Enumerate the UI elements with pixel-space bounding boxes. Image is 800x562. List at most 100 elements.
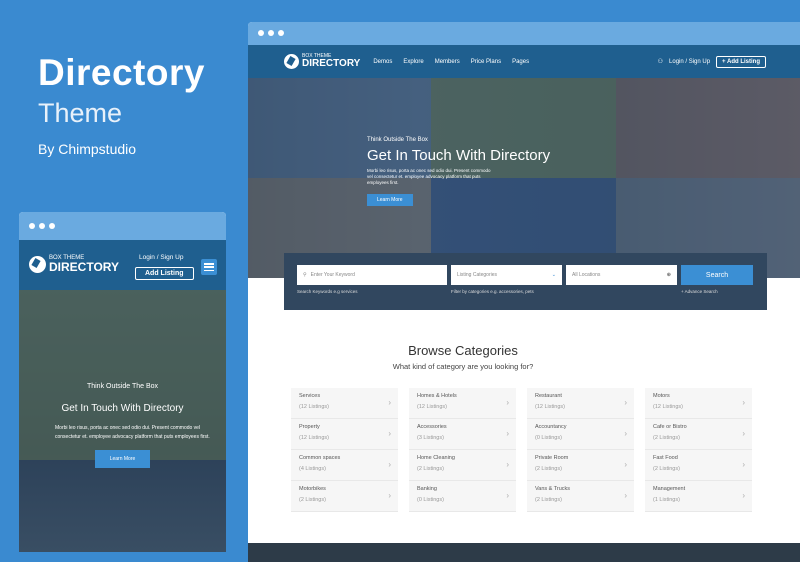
keyword-hint: Search Keywords e.g services xyxy=(297,289,358,294)
category-count: (3 Listings) xyxy=(417,435,444,441)
category-count: (1 Listings) xyxy=(653,497,680,503)
login-link[interactable]: Login / Sign Up xyxy=(669,59,710,65)
category-item[interactable]: Motors (12 Listings) › xyxy=(645,388,752,419)
nav-pages[interactable]: Pages xyxy=(512,59,529,65)
learn-more-button[interactable]: Learn More xyxy=(367,194,413,206)
nav-explore[interactable]: Explore xyxy=(403,59,423,65)
category-item[interactable]: Accountancy (0 Listings) › xyxy=(527,419,634,450)
hero-photo xyxy=(616,78,800,178)
category-name: Motors xyxy=(653,393,670,399)
chevron-right-icon: › xyxy=(388,460,391,469)
browse-subtitle: What kind of category are you looking fo… xyxy=(392,362,534,371)
category-count: (2 Listings) xyxy=(299,497,326,503)
category-name: Accountancy xyxy=(535,424,567,430)
category-value: Listing Categories xyxy=(457,272,498,278)
category-item[interactable]: Vans & Trucks (2 Listings) › xyxy=(527,481,634,512)
category-item[interactable]: Accessories (3 Listings) › xyxy=(409,419,516,450)
category-name: Banking xyxy=(417,486,437,492)
chevron-right-icon: › xyxy=(624,429,627,438)
chevron-right-icon: › xyxy=(506,491,509,500)
nav-price-plans[interactable]: Price Plans xyxy=(471,59,501,65)
mobile-window: BOX THEME DIRECTORY Login / Sign Up Add L… xyxy=(19,212,226,552)
category-select[interactable]: Listing Categories ⌄ xyxy=(451,265,562,285)
site-nav: BOX THEME DIRECTORY Demos Explore Members… xyxy=(248,45,800,78)
category-name: Accessories xyxy=(417,424,447,430)
site-logo[interactable]: BOX THEME DIRECTORY xyxy=(284,54,360,69)
category-count: (12 Listings) xyxy=(535,404,565,410)
learn-more-button[interactable]: Learn More xyxy=(94,450,151,468)
hero-title: Get In Touch With Directory xyxy=(61,403,184,414)
promo-subtitle: Theme xyxy=(38,98,123,128)
hero-text: Morbi leo risus, porta ac onec sed odio … xyxy=(55,425,210,440)
chevron-right-icon: › xyxy=(624,460,627,469)
login-link[interactable]: Login / Sign Up xyxy=(139,254,183,261)
promo-brand: Directory Theme By Chimpstudio xyxy=(38,52,205,157)
hamburger-menu-icon[interactable] xyxy=(201,259,217,275)
category-hint: Filter by categories e.g. accessories, p… xyxy=(451,289,534,294)
category-count: (2 Listings) xyxy=(535,466,562,472)
logo-icon xyxy=(284,54,299,69)
category-item[interactable]: Restaurant (12 Listings) › xyxy=(527,388,634,419)
mobile-nav: BOX THEME DIRECTORY Login / Sign Up Add L… xyxy=(19,240,226,290)
nav-members[interactable]: Members xyxy=(435,59,460,65)
logo-icon xyxy=(29,255,46,273)
category-name: Fast Food xyxy=(653,455,678,461)
window-dot-icon xyxy=(49,223,55,229)
category-name: Home Cleaning xyxy=(417,455,455,461)
chevron-right-icon: › xyxy=(506,429,509,438)
category-item[interactable]: Services (12 Listings) › xyxy=(291,388,398,419)
category-item[interactable]: Private Room (2 Listings) › xyxy=(527,450,634,481)
search-button[interactable]: Search xyxy=(681,265,753,285)
category-count: (12 Listings) xyxy=(299,404,329,410)
hero-text: Morbi leo risus, porta ac onec sed odio … xyxy=(367,168,491,185)
add-listing-button[interactable]: + Add Listing xyxy=(716,55,766,68)
nav-demos[interactable]: Demos xyxy=(373,59,392,65)
search-icon: ⚲ xyxy=(303,272,307,278)
category-name: Private Room xyxy=(535,455,569,461)
category-item[interactable]: Common spaces (4 Listings) › xyxy=(291,450,398,481)
category-item[interactable]: Motorbikes (2 Listings) › xyxy=(291,481,398,512)
location-select[interactable]: All Locations ⊕ xyxy=(566,265,677,285)
add-listing-button[interactable]: Add Listing xyxy=(135,267,194,280)
footer xyxy=(248,543,800,562)
window-dot-icon xyxy=(258,30,264,36)
advance-search-link[interactable]: + Advance Search xyxy=(681,289,718,294)
category-item[interactable]: Management (1 Listings) › xyxy=(645,481,752,512)
category-count: (2 Listings) xyxy=(417,466,444,472)
chevron-right-icon: › xyxy=(506,460,509,469)
category-grid: Services (12 Listings) › Property (12 Listin… xyxy=(291,388,752,512)
logo-big: DIRECTORY xyxy=(302,58,361,69)
category-item[interactable]: Fast Food (2 Listings) › xyxy=(645,450,752,481)
chevron-right-icon: › xyxy=(742,398,745,407)
chevron-right-icon: › xyxy=(742,460,745,469)
category-count: (2 Listings) xyxy=(535,497,562,503)
window-titlebar xyxy=(248,22,800,45)
category-name: Management xyxy=(653,486,686,492)
keyword-placeholder: Enter Your Keyword xyxy=(310,272,355,278)
window-dot-icon xyxy=(268,30,274,36)
category-name: Motorbikes xyxy=(299,486,326,492)
category-name: Common spaces xyxy=(299,455,341,461)
category-item[interactable]: Cafe or Bistro (2 Listings) › xyxy=(645,419,752,450)
category-count: (4 Listings) xyxy=(299,466,326,472)
category-item[interactable]: Home Cleaning (2 Listings) › xyxy=(409,450,516,481)
chevron-right-icon: › xyxy=(742,429,745,438)
chevron-right-icon: › xyxy=(742,491,745,500)
category-count: (12 Listings) xyxy=(417,404,447,410)
category-item[interactable]: Homes & Hotels (12 Listings) › xyxy=(409,388,516,419)
chevron-right-icon: › xyxy=(388,398,391,407)
category-item[interactable]: Banking (0 Listings) › xyxy=(409,481,516,512)
chevron-right-icon: › xyxy=(388,491,391,500)
category-name: Cafe or Bistro xyxy=(653,424,687,430)
hero-kicker: Think Outside The Box xyxy=(86,383,159,390)
category-column: Restaurant (12 Listings) › Accountancy (0 Li… xyxy=(527,388,634,512)
category-column: Homes & Hotels (12 Listings) › Accessories (… xyxy=(409,388,516,512)
category-name: Services xyxy=(299,393,321,399)
promo-author: By Chimpstudio xyxy=(38,141,137,157)
desktop-window: BOX THEME DIRECTORY Demos Explore Members… xyxy=(248,22,800,562)
category-count: (0 Listings) xyxy=(535,435,562,441)
hero-banner: Think Outside The Box Get In Touch With … xyxy=(19,290,226,552)
category-item[interactable]: Property (12 Listings) › xyxy=(291,419,398,450)
category-name: Property xyxy=(299,424,320,430)
keyword-input[interactable]: ⚲ Enter Your Keyword xyxy=(297,265,447,285)
